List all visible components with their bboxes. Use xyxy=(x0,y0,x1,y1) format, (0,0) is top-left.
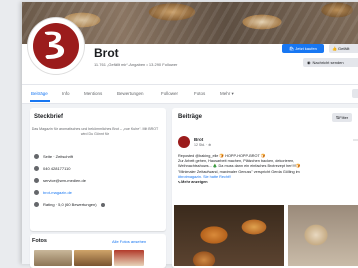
tab-mentions[interactable]: Mentions xyxy=(84,91,102,96)
tab-more[interactable]: Mehr ▾ xyxy=(220,91,234,97)
like-label: Gefällt xyxy=(337,46,350,51)
photo-thumbnail[interactable] xyxy=(74,250,112,266)
tab-info[interactable]: Info xyxy=(62,91,70,96)
post-image-bread-rolls[interactable] xyxy=(174,205,284,266)
thumbs-up-icon: 👍 xyxy=(332,46,337,51)
shop-now-button[interactable]: 🛍 Jetzt kaufen xyxy=(282,44,324,53)
about-row-email[interactable]: service@wm-medien.de xyxy=(34,178,86,183)
rating-text: Rating · 5,0 (60 Bewertungen) xyxy=(43,202,97,207)
brot-logo-icon xyxy=(44,31,65,59)
message-label: Nachricht senden xyxy=(312,60,344,65)
info-icon xyxy=(34,154,39,159)
posts-title: Beiträge xyxy=(178,114,203,120)
about-description: Das Magazin für aromatisches und bekömml… xyxy=(31,127,159,136)
shop-icon: 🛍 xyxy=(289,46,295,51)
filter-label: Filter xyxy=(339,115,349,120)
page-stats: 11.761 „Gefällt mir“-Angaben • 13.290 Fo… xyxy=(94,62,178,67)
more-options-button[interactable] xyxy=(352,89,358,98)
about-row-rating[interactable]: Rating · 5,0 (60 Bewertungen) xyxy=(34,202,105,207)
about-row-phone[interactable]: 040 428177110 xyxy=(34,166,71,171)
website-link[interactable]: brot-magazin.de xyxy=(43,190,72,195)
post-options-icon[interactable]: ⋯ xyxy=(353,137,358,144)
page-name: Brot xyxy=(94,46,119,60)
email-text: service@wm-medien.de xyxy=(43,178,86,183)
about-title: Steckbrief xyxy=(34,114,64,120)
phone-text: 040 428177110 xyxy=(43,166,71,171)
post-author-avatar[interactable] xyxy=(178,136,190,148)
phone-icon xyxy=(34,166,39,171)
tab-posts[interactable]: Beiträge xyxy=(31,91,48,96)
see-all-photos-link[interactable]: Alle Fotos ansehen xyxy=(112,239,146,244)
about-row-category: Seite · Zeitschrift xyxy=(34,154,73,159)
shop-now-label: Jetzt kaufen xyxy=(295,46,317,51)
post-body: Reposted @baking_elle 🍞 HOPP-HOPP-BROT 🍞… xyxy=(178,154,354,185)
tab-followers[interactable]: Follower xyxy=(161,91,178,96)
globe-icon xyxy=(34,190,39,195)
messenger-icon: ◉ xyxy=(307,60,311,65)
about-row-website[interactable]: brot-magazin.de xyxy=(34,190,72,195)
post-author-name[interactable]: Brot xyxy=(194,137,203,142)
category-text: Seite · Zeitschrift xyxy=(43,154,74,159)
active-tab-indicator xyxy=(30,100,50,102)
photo-thumbnail[interactable] xyxy=(114,250,144,266)
photo-thumbnail[interactable] xyxy=(34,250,72,266)
avatar[interactable] xyxy=(28,18,84,74)
info-circle-icon[interactable] xyxy=(100,202,105,207)
tab-reviews[interactable]: Bewertungen xyxy=(117,91,144,96)
see-more-link[interactable]: ⤷ Mehr anzeigen xyxy=(178,180,354,185)
photos-title: Fotos xyxy=(32,238,47,244)
star-icon xyxy=(34,202,39,207)
page-tabs: Beiträge Info Mentions Bewertungen Follo… xyxy=(22,84,358,104)
post-timestamp[interactable]: 12 Std. · ⊕ xyxy=(194,143,211,147)
filter-button[interactable]: ⇅ Filter xyxy=(332,113,352,122)
post-image-bread-loaf[interactable] xyxy=(288,205,358,266)
tab-photos[interactable]: Fotos xyxy=(194,91,205,96)
like-button[interactable]: 👍 Gefällt xyxy=(329,44,358,53)
email-icon xyxy=(34,178,39,183)
message-button[interactable]: ◉ Nachricht senden xyxy=(303,58,358,67)
